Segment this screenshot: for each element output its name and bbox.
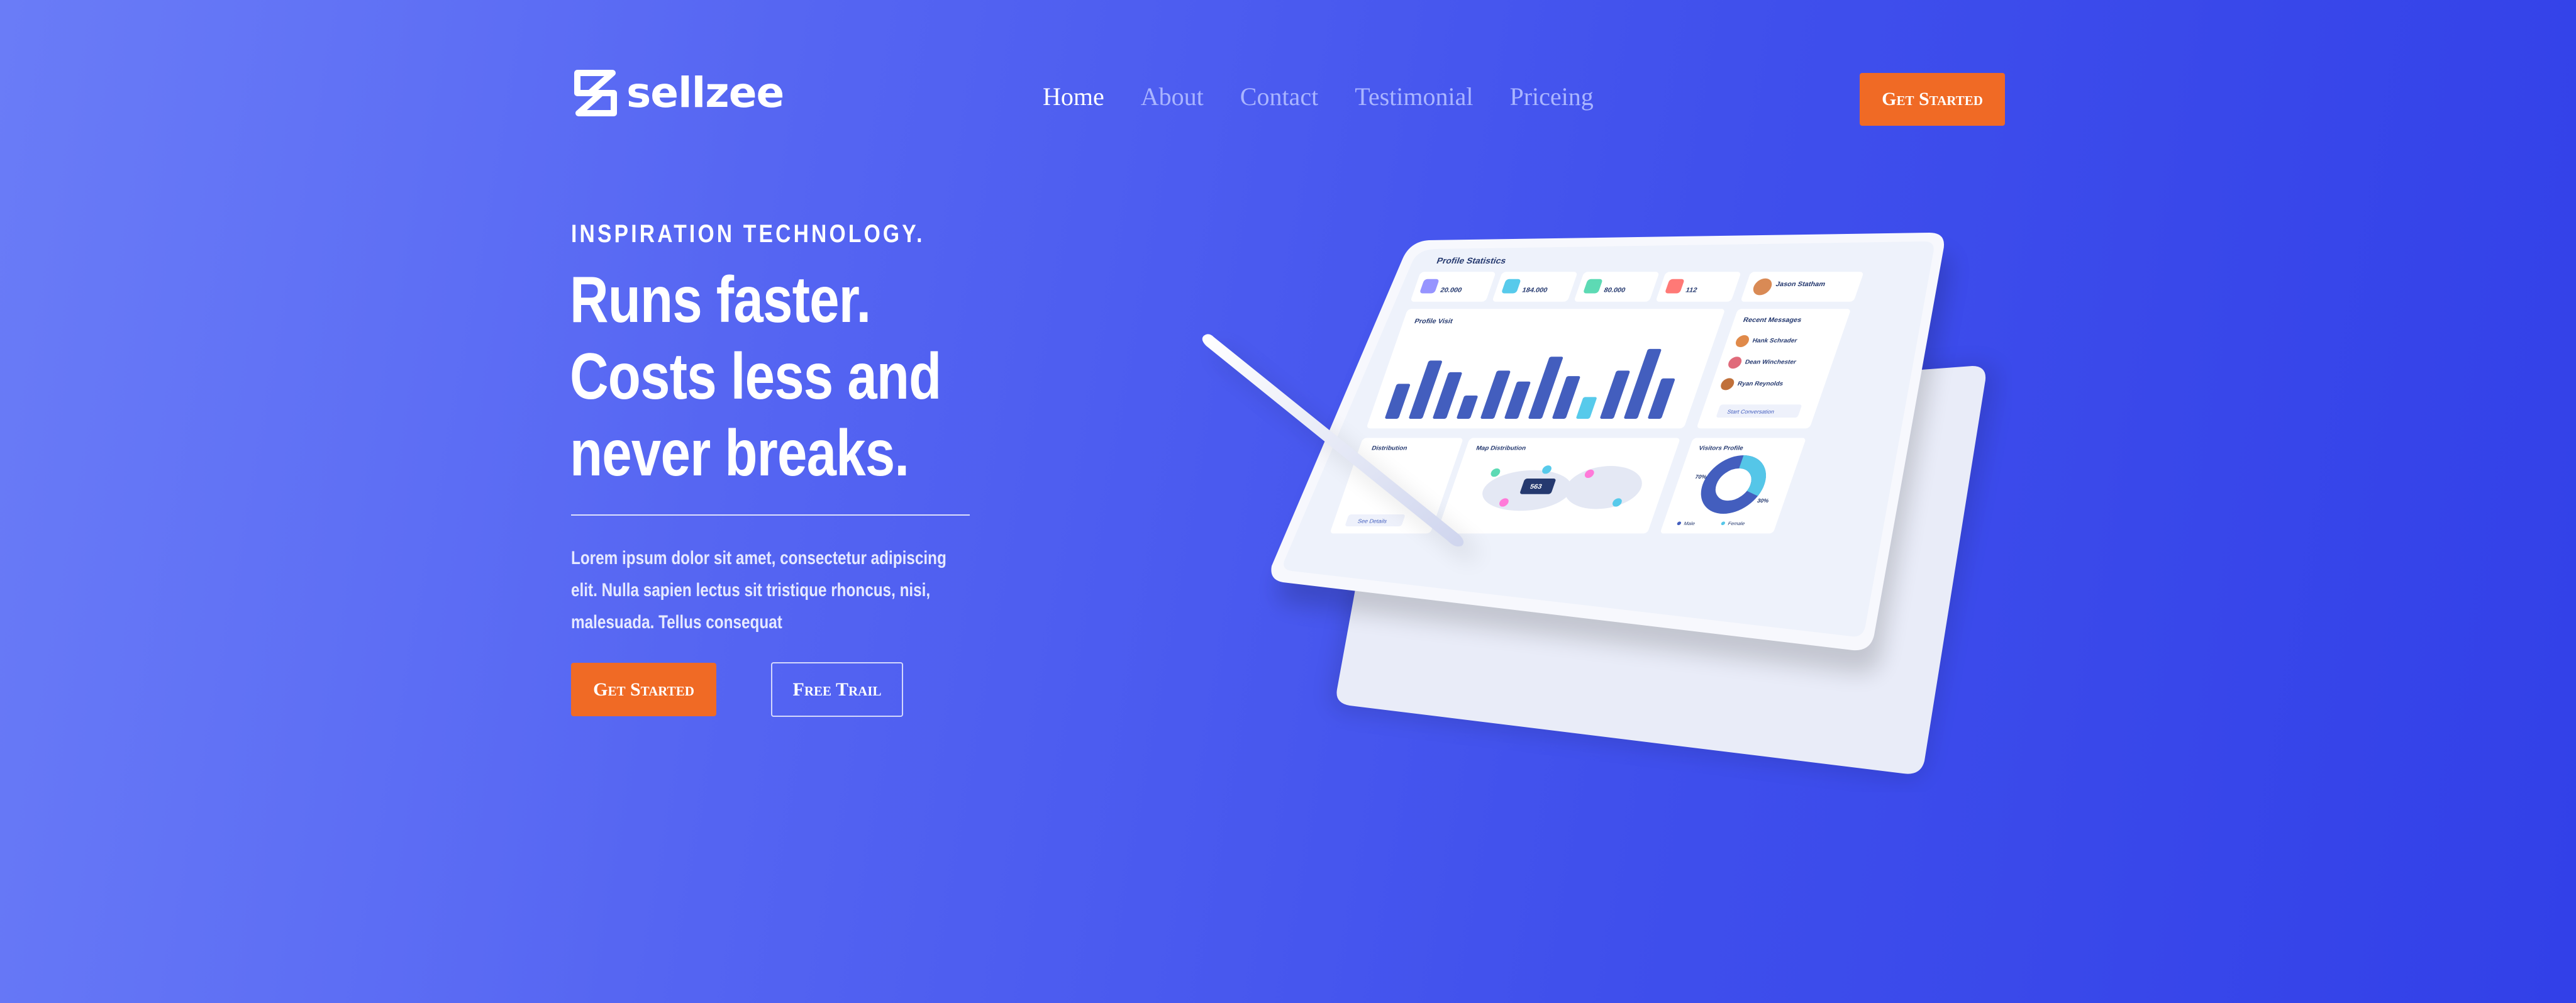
- stat-value: 20.000: [1440, 287, 1463, 294]
- headline-line-2: Costs less and: [570, 340, 941, 413]
- visitors-profile-title: Visitors Profile: [1697, 445, 1744, 452]
- hero-divider: [571, 514, 970, 516]
- hero-get-started-button[interactable]: Get Started: [571, 663, 716, 716]
- header-get-started-button[interactable]: Get Started: [1860, 73, 2005, 126]
- message-name: Hank Schrader: [1752, 338, 1798, 344]
- nav-testimonial[interactable]: Testimonial: [1355, 82, 1473, 111]
- brand-name: sellzee: [626, 69, 784, 117]
- start-conversation-button: Start Conversation: [1726, 409, 1775, 414]
- map-distribution-title: Map Distribution: [1475, 445, 1526, 452]
- hero-description: Lorem ipsum dolor sit amet, consectetur …: [571, 548, 947, 633]
- brand-logo[interactable]: sellzee: [571, 68, 784, 118]
- nav-about[interactable]: About: [1141, 82, 1204, 111]
- legend-label: Male: [1683, 521, 1696, 526]
- message-name: Dean Winchester: [1744, 359, 1797, 365]
- profile-visit-title: Profile Visit: [1413, 318, 1454, 324]
- profile-card: Jason Statham: [1741, 272, 1863, 302]
- donut-label: 30%: [1757, 497, 1770, 503]
- see-details-button: See Details: [1357, 518, 1389, 524]
- nav-priceing[interactable]: Priceing: [1509, 82, 1593, 111]
- nav-home[interactable]: Home: [1043, 82, 1104, 111]
- donut-label: 70%: [1694, 474, 1707, 479]
- distribution-title: Distribution: [1370, 445, 1408, 452]
- s-logo-icon: [574, 70, 617, 116]
- recent-messages-title: Recent Messages: [1742, 317, 1802, 324]
- stat-value: 184.000: [1521, 287, 1549, 294]
- message-name: Ryan Reynolds: [1736, 380, 1784, 387]
- profile-name: Jason Statham: [1775, 281, 1826, 288]
- map-distribution-card: Map Distribution 563: [1437, 438, 1680, 534]
- main-nav: Home About Contact Testimonial Priceing: [1043, 82, 1594, 111]
- free-trial-button[interactable]: Free Trail: [771, 662, 903, 717]
- stat-value: 80.000: [1603, 287, 1627, 294]
- legend-label: Female: [1727, 521, 1746, 526]
- headline-line-1: Runs faster.: [570, 263, 871, 336]
- hero-eyebrow: INSPIRATION TECHNOLOGY.: [571, 220, 925, 248]
- nav-contact[interactable]: Contact: [1240, 82, 1318, 111]
- headline-line-3: never breaks.: [570, 417, 909, 490]
- dashboard-title: Profile Statistics: [1435, 256, 1507, 265]
- hero-headline: Runs faster. Costs less and never breaks…: [570, 262, 1034, 492]
- tablet-dashboard-illustration: Profile Statistics 20.000 184.000 80.000…: [1202, 233, 1997, 778]
- profile-visit-card: Profile Visit: [1367, 309, 1724, 429]
